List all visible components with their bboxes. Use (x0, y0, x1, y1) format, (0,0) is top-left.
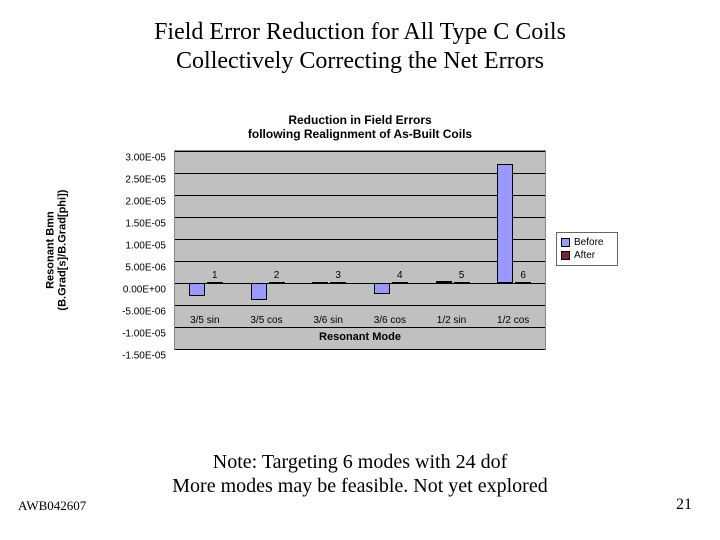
y-tick-label: 1.50E-05 (125, 218, 166, 229)
y-tick-label: 1.00E-05 (125, 240, 166, 251)
grid-line (175, 151, 545, 152)
y-tick-label: 3.00E-05 (125, 152, 166, 163)
footnote-line-1: Note: Targeting 6 modes with 24 dof (213, 451, 508, 473)
y-tick-label: -1.50E-05 (122, 350, 166, 361)
y-axis-label: Resonant Bmn (B.Grad[s]/B.Grad[phi]) (6, 150, 106, 350)
chart: Reduction in Field Errors following Real… (110, 113, 610, 383)
legend-swatch-before (561, 238, 570, 247)
x-axis-label: Resonant Mode (174, 331, 546, 343)
legend-item-before: Before (561, 236, 613, 249)
grid-line (175, 305, 545, 306)
y-axis-label-line-1: Resonant Bmn (44, 211, 56, 289)
legend-label-after: After (574, 249, 595, 262)
grid-line (175, 239, 545, 240)
page-number: 21 (676, 496, 692, 514)
x-tick-label: 1/2 cos (497, 315, 529, 326)
bar-before (251, 283, 267, 301)
footer-code: AWB042607 (18, 498, 86, 514)
grid-line (175, 195, 545, 196)
bar-before (436, 281, 452, 283)
grid-line (175, 173, 545, 174)
footnote: Note: Targeting 6 modes with 24 dof More… (0, 450, 720, 498)
x-tick-label: 1/2 sin (437, 315, 466, 326)
x-tick-label: 3/6 cos (374, 315, 406, 326)
y-tick-label: 2.00E-05 (125, 196, 166, 207)
legend-swatch-after (561, 251, 570, 260)
footnote-line-2: More modes may be feasible. Not yet expl… (172, 475, 547, 497)
page-title: Field Error Reduction for All Type C Coi… (0, 0, 720, 76)
title-line-2: Collectively Correcting the Net Errors (176, 48, 544, 74)
bar-after (392, 282, 408, 284)
title-line-1: Field Error Reduction for All Type C Coi… (154, 19, 566, 45)
chart-title-line-2: following Realignment of As-Built Coils (248, 127, 472, 141)
bar-before (312, 282, 328, 284)
chart-title: Reduction in Field Errors following Real… (110, 113, 610, 142)
y-axis-ticks: 3.00E-05 2.50E-05 2.00E-05 1.50E-05 1.00E-05… (110, 150, 170, 350)
y-axis-label-line-2: (B.Grad[s]/B.Grad[phi]) (56, 189, 68, 310)
bar-before (189, 283, 205, 296)
x-tick-label: 3/5 sin (190, 315, 219, 326)
y-tick-label: 0.00E+00 (123, 284, 166, 295)
slide: Field Error Reduction for All Type C Coi… (0, 0, 720, 540)
y-tick-label: 2.50E-05 (125, 174, 166, 185)
legend-item-after: After (561, 249, 613, 262)
bar-after (330, 282, 346, 284)
x-axis-ticks: 3/5 sin 3/5 cos 3/6 sin 3/6 cos 1/2 sin 1/2 c… (174, 315, 546, 329)
grid-line (175, 283, 545, 284)
y-tick-label: -1.00E-05 (122, 328, 166, 339)
chart-title-line-1: Reduction in Field Errors (288, 113, 431, 127)
grid-line (175, 349, 545, 350)
legend: Before After (556, 232, 618, 266)
bar-after (207, 282, 223, 284)
legend-label-before: Before (574, 236, 603, 249)
y-tick-label: -5.00E-06 (122, 306, 166, 317)
bar-before (374, 283, 390, 294)
grid-line (175, 217, 545, 218)
x-tick-label: 3/6 sin (313, 315, 342, 326)
y-tick-label: 5.00E-06 (125, 262, 166, 273)
bar-after (269, 282, 285, 284)
bar-after (515, 282, 531, 284)
bar-before (497, 164, 513, 283)
x-tick-label: 3/5 cos (250, 315, 282, 326)
bar-after (454, 282, 470, 284)
grid-line (175, 261, 545, 262)
